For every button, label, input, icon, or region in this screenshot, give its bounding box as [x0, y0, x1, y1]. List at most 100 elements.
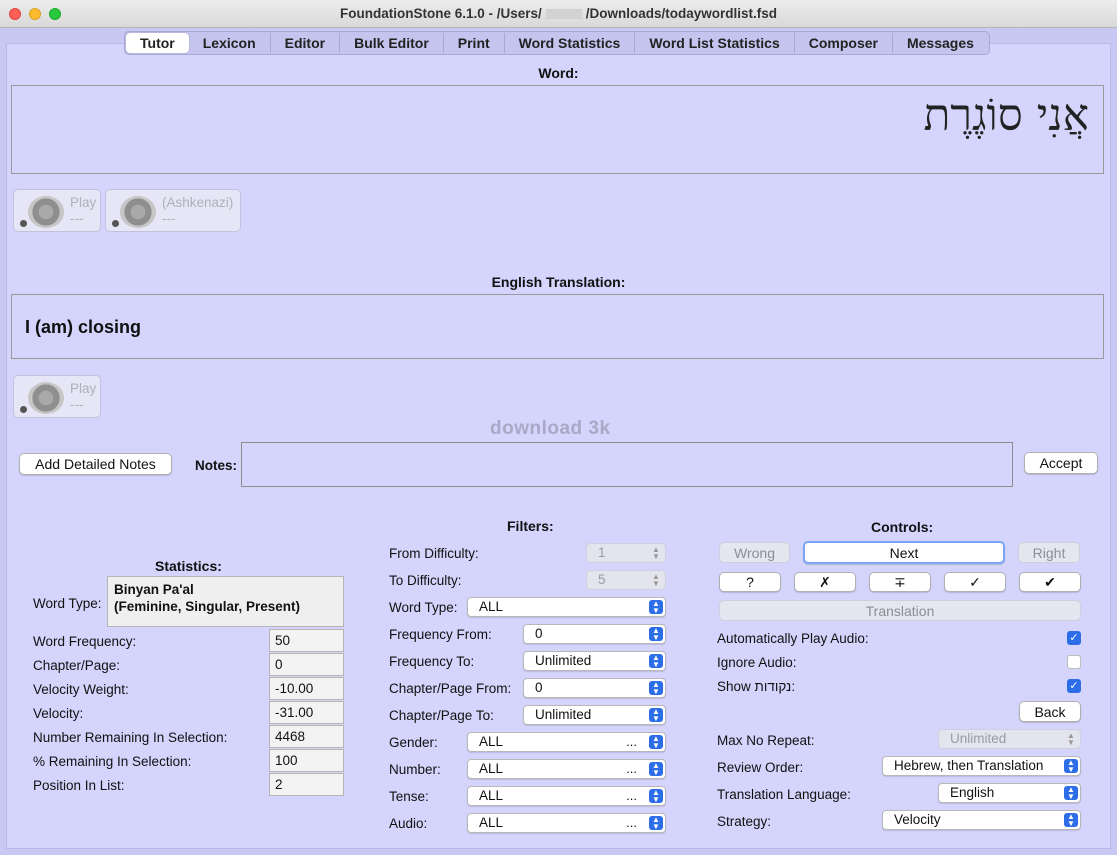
wrong-mark-button[interactable]: ✗ [794, 572, 856, 592]
right-button[interactable]: Right [1018, 542, 1080, 563]
notes-input[interactable] [241, 442, 1013, 487]
max-no-repeat-value: Unlimited [950, 731, 1007, 746]
select-arrows-icon: ▲ ▼ [649, 708, 663, 723]
correct-mark-button[interactable]: ✓ [944, 572, 1006, 592]
frequency-from-label: Frequency From: [389, 627, 492, 642]
status-dot-icon [112, 220, 119, 227]
chapter-from-select[interactable]: 0 ▲ ▼ [523, 678, 666, 698]
window-title-path: /Downloads/todaywordlist.fsd [585, 6, 778, 21]
accept-button[interactable]: Accept [1024, 452, 1098, 474]
gender-value: ALL [479, 734, 504, 749]
position-in-list-value: 2 [269, 773, 344, 796]
tab-lexicon[interactable]: Lexicon [189, 33, 271, 53]
next-button[interactable]: Next [803, 541, 1005, 564]
translation-language-value: English [950, 785, 995, 800]
frequency-to-label: Frequency To: [389, 654, 475, 669]
binyan-text: Binyan Pa'al [114, 582, 194, 597]
hebrew-word: אֲנִי סוֹגֶרֶת [923, 90, 1090, 141]
play-label: Play [70, 381, 97, 396]
tab-print[interactable]: Print [444, 33, 505, 53]
heavy-correct-mark-button[interactable]: ✔ [1019, 572, 1081, 592]
select-arrows-icon: ▲ ▼ [649, 735, 663, 750]
number-value: ALL [479, 761, 504, 776]
play-audio-button[interactable]: Play --- [13, 189, 101, 232]
show-translation-button[interactable]: Translation [719, 600, 1081, 621]
play-ashkenazi-audio-button[interactable]: (Ashkenazi) --- [105, 189, 241, 232]
word-type-label: Word Type: [33, 596, 102, 611]
tense-ellipsis: ... [626, 788, 637, 803]
review-order-value: Hebrew, then Translation [894, 758, 1044, 773]
to-difficulty-stepper[interactable]: 5 ▲ ▼ [586, 570, 666, 590]
filter-word-type-label: Word Type: [389, 600, 458, 615]
chapter-to-value: Unlimited [535, 707, 592, 722]
audio-value: ALL [479, 815, 504, 830]
from-difficulty-stepper[interactable]: 1 ▲ ▼ [586, 543, 666, 563]
filters-header: Filters: [507, 518, 554, 534]
from-difficulty-value: 1 [598, 545, 606, 560]
review-order-select[interactable]: Hebrew, then Translation ▲ ▼ [882, 756, 1081, 776]
select-arrows-icon: ▲ ▼ [649, 816, 663, 831]
tab-bulk-editor[interactable]: Bulk Editor [340, 33, 444, 53]
word-frequency-value: 50 [269, 629, 344, 652]
word-form-text: (Feminine, Singular, Present) [114, 599, 301, 614]
chapter-from-value: 0 [535, 680, 543, 695]
unsure-button[interactable]: ? [719, 572, 781, 592]
number-ellipsis: ... [626, 761, 637, 776]
speaker-icon [28, 196, 64, 228]
tab-editor[interactable]: Editor [271, 33, 341, 53]
play-sub-label: --- [70, 397, 84, 412]
review-order-label: Review Order: [717, 760, 804, 775]
word-frequency-label: Word Frequency: [33, 634, 137, 649]
select-arrows-icon: ▲ ▼ [1064, 759, 1078, 774]
frequency-to-select[interactable]: Unlimited ▲ ▼ [523, 651, 666, 671]
to-difficulty-value: 5 [598, 572, 606, 587]
translation-language-select[interactable]: English ▲ ▼ [938, 783, 1081, 803]
tense-select[interactable]: ALL ... ▲ ▼ [467, 786, 666, 806]
velocity-value: -31.00 [269, 701, 344, 724]
velocity-label: Velocity: [33, 706, 84, 721]
play-label: Play [70, 195, 97, 210]
ignore-audio-label: Ignore Audio: [717, 655, 797, 670]
window-title-app: FoundationStone 6.1.0 - /Users/ [339, 6, 542, 21]
stepper-arrows-icon: ▲ ▼ [1067, 731, 1075, 747]
translation-language-label: Translation Language: [717, 787, 851, 802]
ashkenazi-sub-label: --- [162, 211, 176, 226]
to-difficulty-label: To Difficulty: [389, 573, 462, 588]
strategy-label: Strategy: [717, 814, 772, 829]
audio-select[interactable]: ALL ... ▲ ▼ [467, 813, 666, 833]
strategy-select[interactable]: Velocity ▲ ▼ [882, 810, 1081, 830]
auto-play-audio-checkbox[interactable]: ✓ [1067, 631, 1081, 645]
back-button[interactable]: Back [1019, 701, 1081, 722]
play-translation-audio-button[interactable]: Play --- [13, 375, 101, 418]
gender-select[interactable]: ALL ... ▲ ▼ [467, 732, 666, 752]
velocity-weight-value: -10.00 [269, 677, 344, 700]
wrong-button[interactable]: Wrong [719, 542, 790, 563]
tab-messages[interactable]: Messages [893, 33, 988, 53]
show-nikud-label: Show נקודות: [717, 679, 796, 694]
word-type-value: Binyan Pa'al (Feminine, Singular, Presen… [107, 576, 344, 627]
add-detailed-notes-button[interactable]: Add Detailed Notes [19, 453, 172, 475]
from-difficulty-label: From Difficulty: [389, 546, 479, 561]
ignore-audio-checkbox[interactable] [1067, 655, 1081, 669]
audio-label: Audio: [389, 816, 428, 831]
select-arrows-icon: ▲ ▼ [649, 762, 663, 777]
word-type-select-value: ALL [479, 599, 504, 614]
velocity-weight-label: Velocity Weight: [33, 682, 129, 697]
speaker-icon [28, 382, 64, 414]
tab-composer[interactable]: Composer [795, 33, 893, 53]
show-nikud-checkbox[interactable]: ✓ [1067, 679, 1081, 693]
partial-mark-button[interactable]: ∓ [869, 572, 931, 592]
tab-word-list-statistics[interactable]: Word List Statistics [635, 33, 795, 53]
number-select[interactable]: ALL ... ▲ ▼ [467, 759, 666, 779]
word-type-select[interactable]: ALL ▲ ▼ [467, 597, 666, 617]
tab-tutor[interactable]: Tutor [126, 33, 189, 53]
tab-bar: Tutor Lexicon Editor Bulk Editor Print W… [124, 31, 990, 55]
translation-text: I (am) closing [25, 317, 142, 337]
tense-value: ALL [479, 788, 504, 803]
frequency-from-select[interactable]: 0 ▲ ▼ [523, 624, 666, 644]
chapter-to-select[interactable]: Unlimited ▲ ▼ [523, 705, 666, 725]
tab-word-statistics[interactable]: Word Statistics [505, 33, 636, 53]
select-arrows-icon: ▲ ▼ [649, 600, 663, 615]
max-no-repeat-stepper[interactable]: Unlimited ▲ ▼ [938, 729, 1081, 749]
select-arrows-icon: ▲ ▼ [649, 681, 663, 696]
